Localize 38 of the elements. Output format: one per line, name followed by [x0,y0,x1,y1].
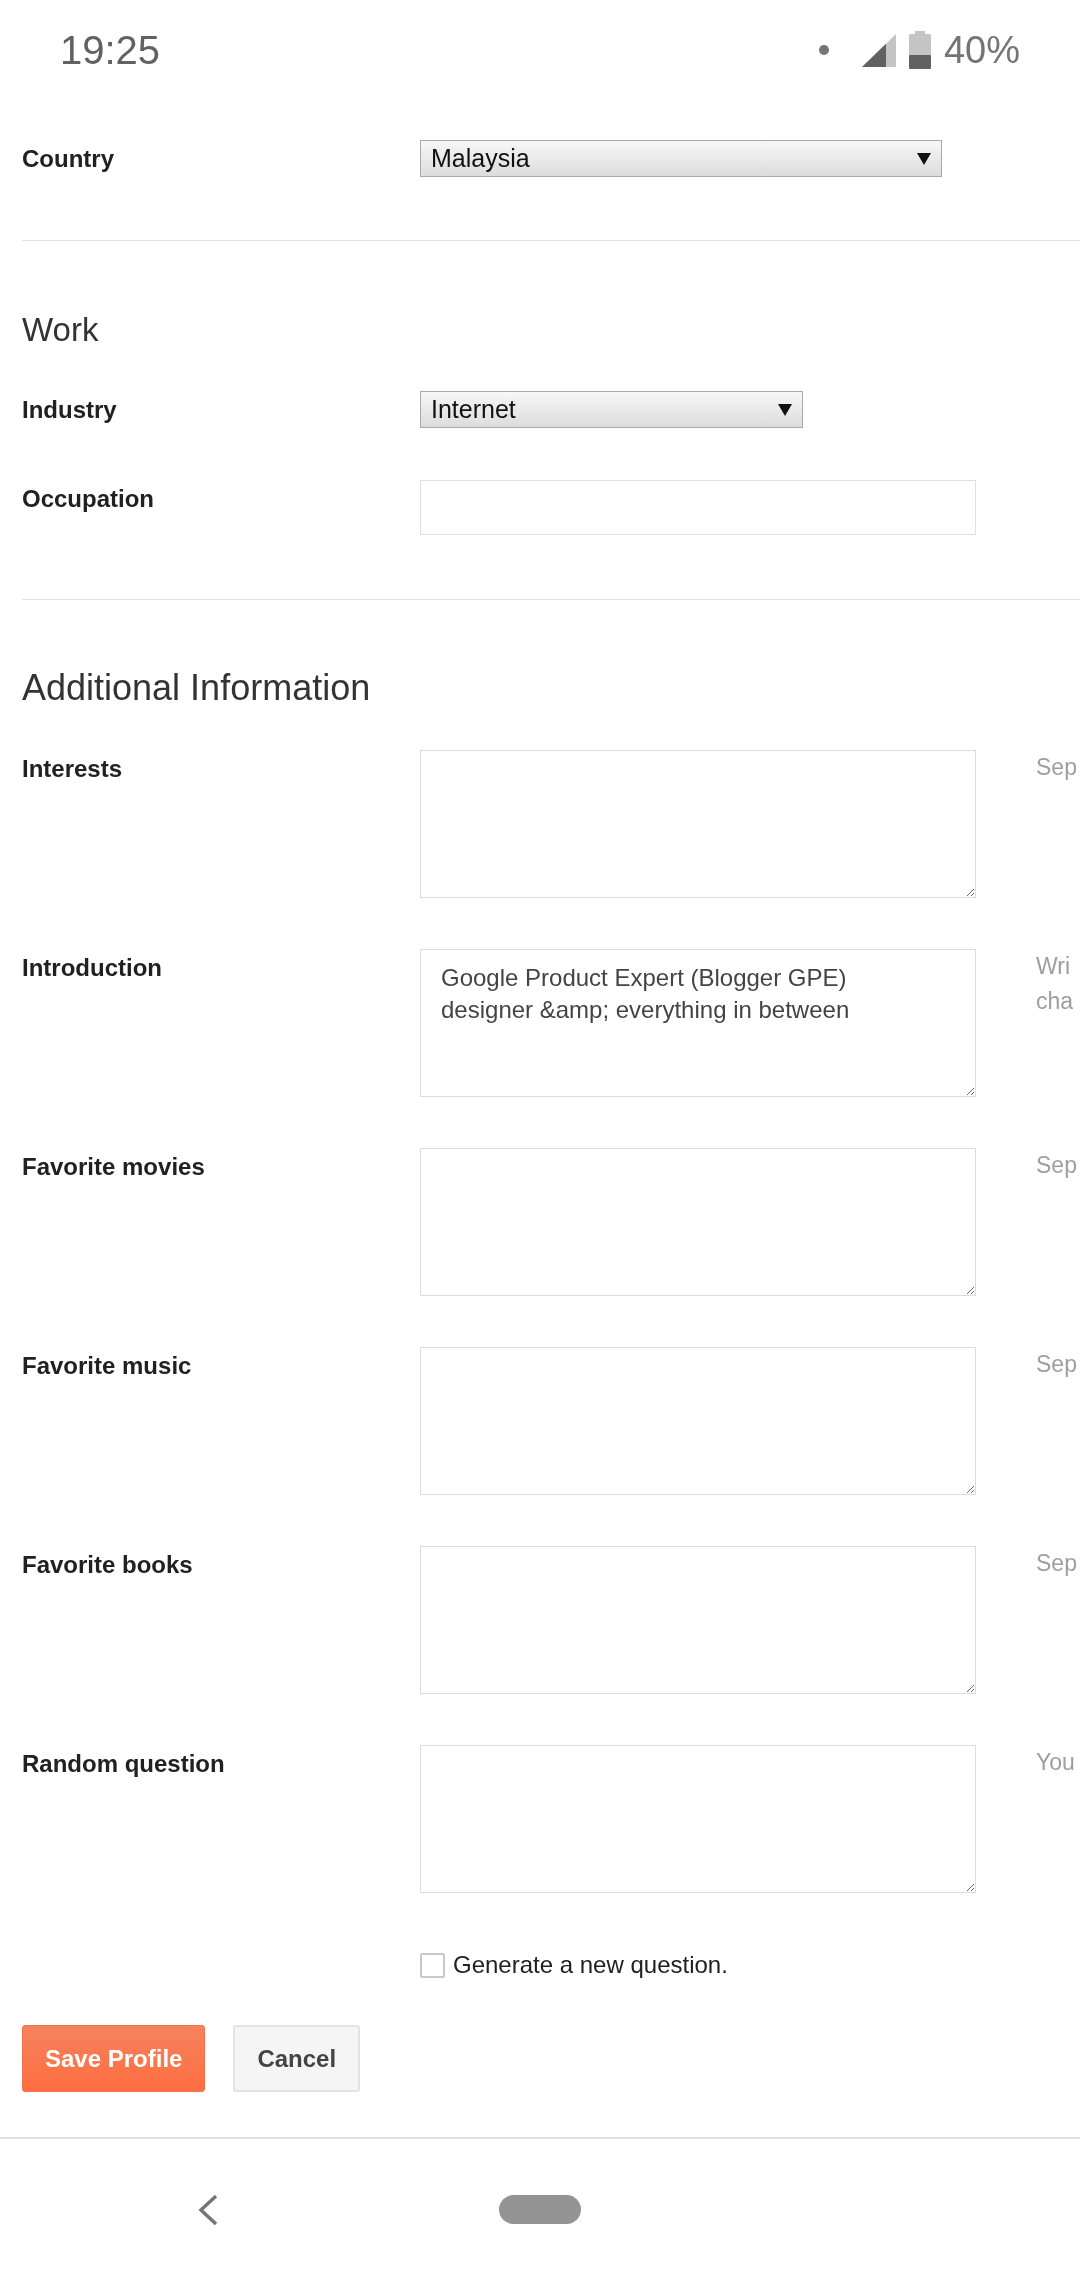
field-label: Favorite books [22,1550,194,1579]
text-area[interactable] [420,1148,976,1296]
field-label: Interests [22,754,124,783]
battery-icon [908,31,931,69]
cancel-button[interactable]: Cancel [233,2025,361,2092]
checkbox-label[interactable]: Generate a new question. [453,1947,728,1983]
field-label: Occupation [22,484,155,513]
caret-icon [917,152,931,165]
field-label: Favorite music [22,1351,193,1380]
hint-text: Sep [1036,1350,1078,1379]
field-label: Introduction [22,953,163,982]
hint-text: Sep [1036,1151,1078,1180]
dropdown[interactable]: Internet [420,391,803,428]
text-area[interactable] [420,1745,976,1893]
field-label: Random question [22,1749,226,1778]
checkbox[interactable] [420,1952,445,1978]
field-label: Country [22,144,115,173]
hint-text: You [1036,1748,1076,1777]
hint-text: Sep [1036,1549,1078,1578]
back-icon[interactable] [196,2193,220,2226]
text-area[interactable] [420,1347,976,1495]
signal-icon [861,33,896,67]
battery-percent: 40% [943,31,1020,69]
section-heading: Additional Information [22,666,372,710]
caret-icon [778,403,792,416]
status-time: 19:25 [60,30,161,70]
field-label: Favorite movies [22,1152,206,1181]
section-heading: Work [22,310,100,350]
home-pill-icon[interactable] [499,2195,581,2224]
dropdown[interactable]: Malaysia [420,140,942,177]
text-area[interactable] [420,1546,976,1694]
hint-text: Sep [1036,753,1078,782]
hint-text: Wri cha [1036,952,1075,1016]
notification-dot-icon [818,45,829,55]
text-input[interactable] [420,480,976,535]
text-area[interactable]: Google Product Expert (Blogger GPE) designer &amp; everything in between [420,949,976,1097]
field-label: Industry [22,395,118,424]
text-area[interactable] [420,750,976,898]
